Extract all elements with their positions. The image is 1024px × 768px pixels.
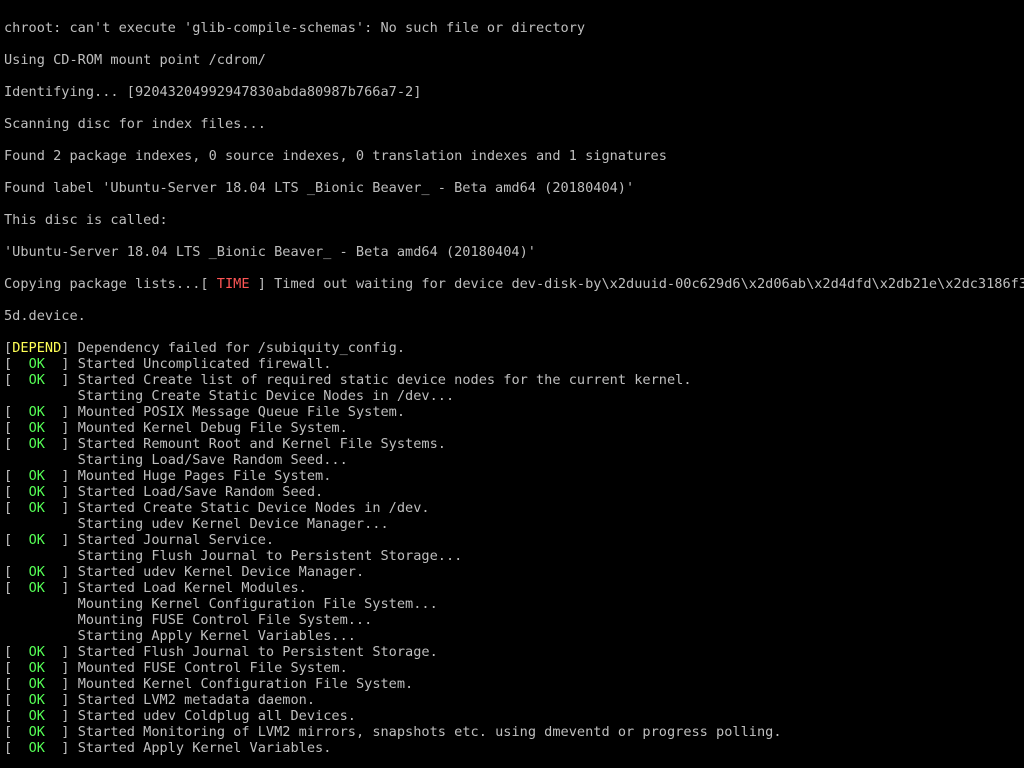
- ok-tag: OK: [29, 692, 45, 708]
- systemd-line: [ OK ] Started Load Kernel Modules.: [4, 580, 1024, 596]
- ok-tag: OK: [29, 500, 45, 516]
- copying-line: Copying package lists...[ TIME ] Timed o…: [4, 276, 1024, 292]
- event-text: Mounted FUSE Control File System.: [78, 660, 348, 676]
- systemd-line: Starting Load/Save Random Seed...: [4, 452, 1024, 468]
- systemd-line: Starting Create Static Device Nodes in /…: [4, 388, 1024, 404]
- ok-tag: OK: [29, 436, 45, 452]
- event-text: Mounted Kernel Configuration File System…: [78, 676, 414, 692]
- systemd-line: Starting Flush Journal to Persistent Sto…: [4, 548, 1024, 564]
- ok-tag: OK: [29, 420, 45, 436]
- systemd-line: [ OK ] Started Monitoring of LVM2 mirror…: [4, 724, 1024, 740]
- ok-tag: OK: [29, 564, 45, 580]
- event-text: Starting Apply Kernel Variables...: [78, 628, 356, 644]
- copying-wrap: 5d.device.: [4, 308, 1024, 324]
- event-text: Started Load Kernel Modules.: [78, 580, 307, 596]
- event-text: Started Apply Kernel Variables.: [78, 740, 332, 756]
- boot-line: Found label 'Ubuntu-Server 18.04 LTS _Bi…: [4, 180, 1024, 196]
- systemd-line: Starting Apply Kernel Variables...: [4, 628, 1024, 644]
- boot-line: Using CD-ROM mount point /cdrom/: [4, 52, 1024, 68]
- systemd-line: Mounting Kernel Configuration File Syste…: [4, 596, 1024, 612]
- event-text: Started Create list of required static d…: [78, 372, 692, 388]
- event-text: Starting Create Static Device Nodes in /…: [78, 388, 454, 404]
- copying-prefix: Copying package lists...[: [4, 276, 217, 292]
- copying-suffix: ] Timed out waiting for device dev-disk-…: [250, 276, 1024, 292]
- event-text: Mounting Kernel Configuration File Syste…: [78, 596, 438, 612]
- ok-tag: OK: [29, 708, 45, 724]
- systemd-events: [DEPEND] Dependency failed for /subiquit…: [4, 340, 1024, 756]
- systemd-line: Mounting FUSE Control File System...: [4, 612, 1024, 628]
- boot-line: This disc is called:: [4, 212, 1024, 228]
- systemd-line: [ OK ] Started udev Kernel Device Manage…: [4, 564, 1024, 580]
- event-text: Started LVM2 metadata daemon.: [78, 692, 315, 708]
- event-text: Mounted Kernel Debug File System.: [78, 420, 348, 436]
- depend-tag: DEPEND: [12, 340, 61, 356]
- event-text: Starting Load/Save Random Seed...: [78, 452, 348, 468]
- systemd-line: Starting udev Kernel Device Manager...: [4, 516, 1024, 532]
- systemd-line: [ OK ] Started udev Coldplug all Devices…: [4, 708, 1024, 724]
- boot-line: 'Ubuntu-Server 18.04 LTS _Bionic Beaver_…: [4, 244, 1024, 260]
- ok-tag: OK: [29, 580, 45, 596]
- ok-tag: OK: [29, 660, 45, 676]
- ok-tag: OK: [29, 740, 45, 756]
- systemd-line: [ OK ] Mounted POSIX Message Queue File …: [4, 404, 1024, 420]
- systemd-line: [ OK ] Started LVM2 metadata daemon.: [4, 692, 1024, 708]
- event-text: Mounted POSIX Message Queue File System.: [78, 404, 405, 420]
- systemd-line: [ OK ] Mounted Kernel Configuration File…: [4, 676, 1024, 692]
- event-text: Started Create Static Device Nodes in /d…: [78, 500, 430, 516]
- ok-tag: OK: [29, 356, 45, 372]
- ok-tag: OK: [29, 644, 45, 660]
- ok-tag: OK: [29, 404, 45, 420]
- systemd-line: [ OK ] Started Create Static Device Node…: [4, 500, 1024, 516]
- boot-line: Scanning disc for index files...: [4, 116, 1024, 132]
- systemd-line: [ OK ] Mounted Kernel Debug File System.: [4, 420, 1024, 436]
- ok-tag: OK: [29, 372, 45, 388]
- ok-tag: OK: [29, 724, 45, 740]
- event-text: Started Monitoring of LVM2 mirrors, snap…: [78, 724, 782, 740]
- ok-tag: OK: [29, 676, 45, 692]
- systemd-line: [ OK ] Started Load/Save Random Seed.: [4, 484, 1024, 500]
- boot-line: chroot: can't execute 'glib-compile-sche…: [4, 20, 1024, 36]
- event-text: Starting udev Kernel Device Manager...: [78, 516, 389, 532]
- boot-line: Found 2 package indexes, 0 source indexe…: [4, 148, 1024, 164]
- event-text: Dependency failed for /subiquity_config.: [78, 340, 405, 356]
- systemd-line: [ OK ] Started Journal Service.: [4, 532, 1024, 548]
- systemd-line: [DEPEND] Dependency failed for /subiquit…: [4, 340, 1024, 356]
- time-tag: TIME: [217, 276, 250, 292]
- event-text: Starting Flush Journal to Persistent Sto…: [78, 548, 463, 564]
- systemd-line: [ OK ] Started Remount Root and Kernel F…: [4, 436, 1024, 452]
- event-text: Started Journal Service.: [78, 532, 274, 548]
- event-text: Started Load/Save Random Seed.: [78, 484, 324, 500]
- event-text: Mounting FUSE Control File System...: [78, 612, 373, 628]
- event-text: Started Remount Root and Kernel File Sys…: [78, 436, 446, 452]
- ok-tag: OK: [29, 468, 45, 484]
- event-text: Started udev Kernel Device Manager.: [78, 564, 364, 580]
- terminal: chroot: can't execute 'glib-compile-sche…: [0, 0, 1024, 768]
- systemd-line: [ OK ] Started Create list of required s…: [4, 372, 1024, 388]
- systemd-line: [ OK ] Started Apply Kernel Variables.: [4, 740, 1024, 756]
- systemd-line: [ OK ] Mounted Huge Pages File System.: [4, 468, 1024, 484]
- ok-tag: OK: [29, 484, 45, 500]
- event-text: Started Uncomplicated firewall.: [78, 356, 332, 372]
- systemd-line: [ OK ] Started Flush Journal to Persiste…: [4, 644, 1024, 660]
- ok-tag: OK: [29, 532, 45, 548]
- event-text: Mounted Huge Pages File System.: [78, 468, 332, 484]
- boot-line: Identifying... [92043204992947830abda809…: [4, 84, 1024, 100]
- systemd-line: [ OK ] Mounted FUSE Control File System.: [4, 660, 1024, 676]
- systemd-line: [ OK ] Started Uncomplicated firewall.: [4, 356, 1024, 372]
- event-text: Started udev Coldplug all Devices.: [78, 708, 356, 724]
- event-text: Started Flush Journal to Persistent Stor…: [78, 644, 438, 660]
